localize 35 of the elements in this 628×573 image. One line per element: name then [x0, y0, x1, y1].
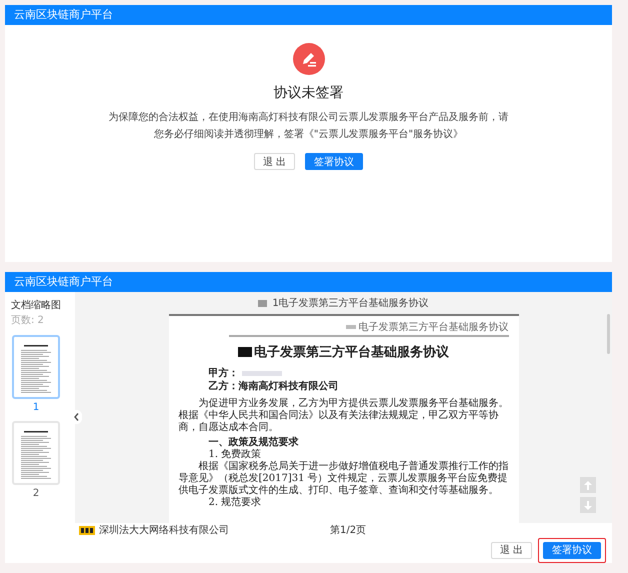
company-logo-icon — [79, 526, 95, 534]
exit-button[interactable]: 退 出 — [254, 153, 296, 170]
running-head: 电子发票第三方平台基础服务协议 — [358, 320, 508, 334]
list-item-text: 2. 规范要求 — [208, 497, 262, 509]
party-b-label: 乙方：海南高灯科技有限公司 — [208, 380, 338, 393]
edit-icon — [292, 43, 324, 75]
page-number: 1 — [32, 402, 40, 413]
sidebar-title: 文档缩略图 — [11, 298, 62, 312]
scrollbar[interactable] — [607, 314, 610, 354]
redaction-mark — [238, 347, 252, 357]
party-a-label: 甲方： — [208, 367, 238, 380]
redaction-mark — [346, 325, 356, 329]
company-name: 深圳法大大网络科技有限公司 — [99, 524, 229, 537]
section-heading: 一、政策及规范要求 — [208, 437, 300, 448]
agreement-title: 电子发票第三方平台基础服务协议 — [254, 344, 449, 361]
page-thumbnail[interactable] — [12, 335, 60, 399]
body-paragraph: 根据《国家税务总局关于进一步做好增值税电子普通发票推行工作的指导意见》（税总发[2017]31 号）文件规定，云票儿发票服务平台应免费提供电子发票版式文件的生成、打印、电子签章、查询和交付等基础服务。 — [178, 461, 508, 496]
page-thumbnail[interactable] — [12, 421, 60, 485]
sign-agreement-button[interactable]: 签署协议 — [305, 153, 364, 170]
list-item-text: 1. 免费政策 — [208, 449, 262, 460]
arrow-down-icon — [584, 500, 592, 510]
blurred-text-mark — [242, 371, 282, 376]
notice-message: 为保障您的合法权益，在使用海南高灯科技有限公司云票儿发票服务平台产品及服务前，请您务必仔细阅读并透彻理解，签署《"云票儿发票服务平台"服务协议》 — [108, 110, 508, 142]
panel-header: 云南区块链商户平台 — [5, 5, 612, 25]
arrow-up-icon — [584, 480, 592, 490]
page-number: 2 — [32, 488, 40, 499]
document-title: 1电子发票第三方平台基础服务协议 — [272, 296, 429, 310]
exit-button[interactable]: 退 出 — [490, 542, 532, 558]
page-indicator: 第1/2页 — [330, 524, 366, 537]
document-icon — [258, 300, 268, 306]
page-count: 页数: 2 — [11, 314, 45, 327]
status-title: 协议未签署 — [274, 84, 344, 102]
sign-agreement-button[interactable]: 签署协议 — [543, 542, 601, 558]
panel-header: 云南区块链商户平台 — [5, 272, 612, 292]
body-paragraph: 为促进甲方业务发展，乙方为甲方提供云票儿发票服务平台基础服务。根据《中华人民共和国合同法》以及有关法律法规规定，甲乙双方平等协商，自愿达成本合同。 — [178, 398, 508, 434]
